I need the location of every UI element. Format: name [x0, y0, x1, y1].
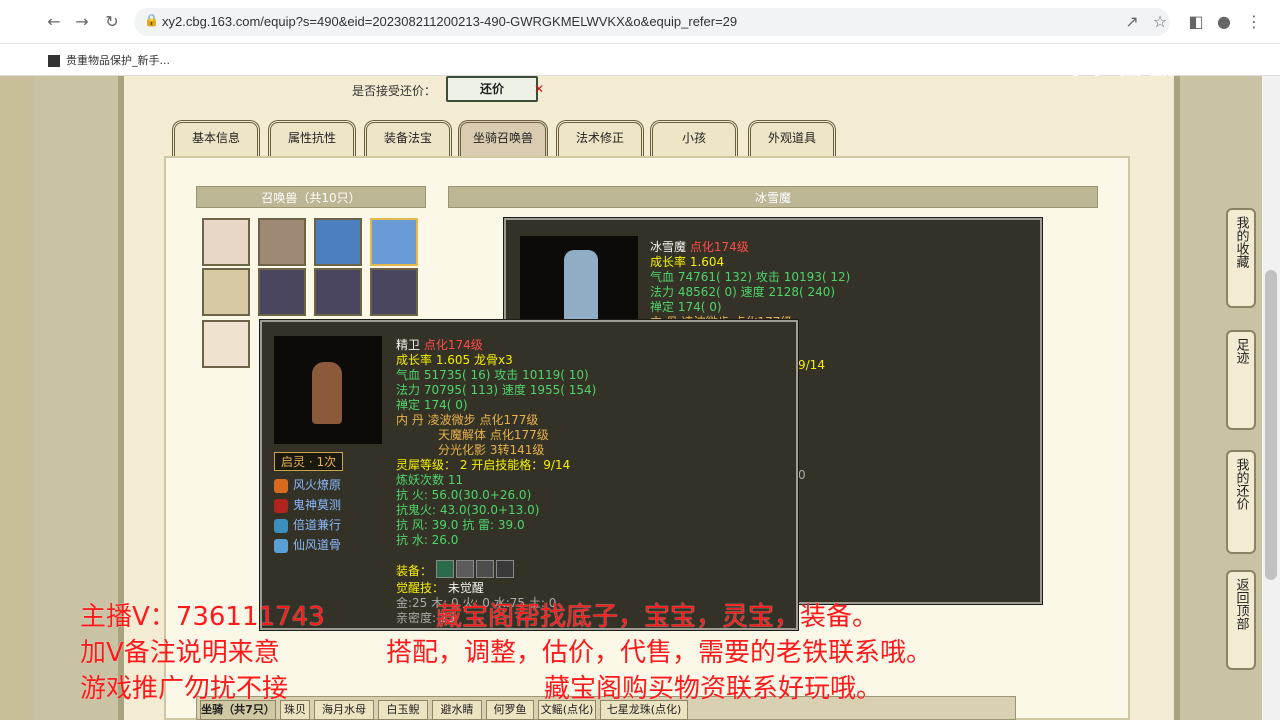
pet-thumb[interactable]	[258, 218, 306, 266]
menu-icon[interactable]: ⋮	[1244, 12, 1264, 32]
immortal-skill-icon	[274, 538, 288, 553]
forward-icon[interactable]: →	[72, 12, 92, 32]
bookmark-label: 贵重物品保护_新手...	[66, 54, 170, 67]
tab-resistance[interactable]: 属性抗性	[268, 120, 356, 156]
pet-list-header: 召唤兽（共10只）	[196, 186, 426, 208]
accept-haggle-label: 是否接受还价：	[352, 84, 437, 98]
side-button-label: 返回顶部	[1233, 578, 1249, 630]
bookmark-item[interactable]: 贵重物品保护_新手...	[48, 52, 170, 68]
lingsi-label: 灵犀等级：	[396, 458, 457, 472]
reject-icon: ✕	[534, 82, 545, 96]
tab-mounts-pets[interactable]: 坐骑召唤兽	[458, 120, 548, 156]
my-favorites-button[interactable]: 我的收藏	[1226, 208, 1256, 308]
skill-name: 风火燎原	[293, 478, 342, 492]
pet-tooltip-jingwei: 启灵 · 1次 风火燎原 鬼神莫测 倍道兼行 仙风道骨 精卫 点化174级 成长…	[260, 320, 798, 630]
skill-name: 仙风道骨	[293, 538, 342, 552]
pet-name: 精卫	[396, 338, 421, 352]
profile-icon[interactable]: ●	[1214, 12, 1234, 32]
pet-spd: 速度 1955( 154)	[501, 383, 597, 397]
overlay-disclaimer: 游戏推广勿扰不接	[80, 674, 289, 704]
overlay-contact: 主播V：736111743	[80, 602, 325, 632]
tab-basic-info[interactable]: 基本信息	[172, 120, 260, 156]
tab-children[interactable]: 小孩	[650, 120, 738, 156]
sidepanel-icon[interactable]: ◧	[1186, 12, 1206, 32]
fire-skill-icon	[274, 478, 288, 493]
overlay-purchase: 藏宝阁购买物资联系好玩哦。	[544, 674, 883, 704]
pet-portrait	[274, 336, 382, 444]
mount-tab[interactable]: 白玉鲵	[378, 700, 428, 720]
reload-icon[interactable]: ↻	[102, 12, 122, 32]
resist-wind: 抗 风: 39.0	[396, 518, 459, 532]
mount-tab[interactable]: 避水睛	[432, 700, 482, 720]
pet-thumb[interactable]	[314, 268, 362, 316]
ghost-skill-icon	[274, 498, 288, 513]
back-icon[interactable]: ←	[44, 12, 64, 32]
mount-tab[interactable]: 何罗鱼	[486, 700, 534, 720]
side-button-label: 我的还价	[1233, 458, 1249, 510]
overlay-service: 藏宝阁帮找底子，宝宝，灵宝，装备。	[436, 602, 879, 632]
footprints-button[interactable]: 足迹	[1226, 330, 1256, 430]
neidan-item: 凌波微步 点化177级	[427, 413, 539, 427]
mount-tab[interactable]: 海月水母	[314, 700, 374, 720]
haggle-button[interactable]: 还价	[446, 76, 538, 102]
pet-thumb[interactable]	[314, 218, 362, 266]
resist-thunder: 抗 雷: 39.0	[462, 518, 525, 532]
back-to-top-button[interactable]: 返回顶部	[1226, 570, 1256, 670]
awaken-label: 觉醒技：	[396, 581, 445, 595]
tab-spell-mod[interactable]: 法术修正	[556, 120, 644, 156]
share-icon[interactable]: ↗	[1122, 12, 1142, 32]
pet-mp: 法力 70795( 113)	[396, 383, 499, 397]
equip-slot-icon[interactable]	[496, 560, 514, 578]
overlay-note: 加V备注说明来意	[80, 638, 280, 668]
pet-thumb[interactable]	[370, 218, 418, 266]
equip-slot-icon[interactable]	[476, 560, 494, 578]
pet-skillslot-partial: 9/14	[798, 358, 825, 372]
skill-name: 倍道兼行	[293, 518, 342, 532]
address-bar[interactable]: 🔒 xy2.cbg.163.com/equip?s=490&eid=202308…	[134, 8, 1170, 36]
pet-level-tag: 点化174级	[423, 338, 483, 352]
pet-detail-header: 冰雪魔	[448, 186, 1098, 208]
bookmark-favicon-icon	[48, 55, 60, 67]
equip-label: 装备：	[396, 564, 433, 578]
pet-thumb[interactable]	[370, 268, 418, 316]
skill-name: 鬼神莫测	[293, 498, 342, 512]
pet-stat-partial: 0	[798, 468, 806, 482]
awaken-value: 未觉醒	[447, 581, 484, 595]
side-button-label: 我的收藏	[1233, 216, 1249, 268]
tab-equipment[interactable]: 装备法宝	[364, 120, 452, 156]
speed-skill-icon	[274, 518, 288, 533]
scrollbar-thumb[interactable]	[1265, 270, 1277, 580]
qiling-badge: 启灵 · 1次	[274, 452, 344, 471]
url-text[interactable]: xy2.cbg.163.com/equip?s=490&eid=20230821…	[162, 14, 737, 29]
pet-hp: 气血 74761( 132)	[650, 270, 753, 284]
pet-thumb[interactable]	[202, 320, 250, 368]
pet-mp: 法力 48562( 0)	[650, 285, 737, 299]
pet-spd: 速度 2128( 240)	[740, 285, 836, 299]
pet-thumb[interactable]	[202, 218, 250, 266]
equip-slot-icon[interactable]	[456, 560, 474, 578]
neidan-label: 内 丹	[396, 413, 424, 427]
pet-level-tag: 点化174级	[689, 240, 749, 254]
pet-thumb[interactable]	[202, 268, 250, 316]
pet-atk: 攻击 10119( 10)	[494, 368, 589, 382]
pet-thumb[interactable]	[258, 268, 306, 316]
pet-name: 冰雪魔	[650, 240, 687, 254]
lock-icon: 🔒	[144, 13, 159, 27]
star-icon[interactable]: ☆	[1150, 12, 1170, 32]
equip-slot-icon[interactable]	[436, 560, 454, 578]
browser-toolbar: ← → ↻ 🔒 xy2.cbg.163.com/equip?s=490&eid=…	[0, 0, 1280, 44]
pet-atk: 攻击 10193( 12)	[755, 270, 851, 284]
pet-hp: 气血 51735( 16)	[396, 368, 491, 382]
my-bids-button[interactable]: 我的还价	[1226, 450, 1256, 554]
lingsi-value: 2 开启技能格：9/14	[459, 458, 571, 472]
tab-appearance[interactable]: 外观道具	[748, 120, 836, 156]
resist-water: 抗 水: 26.0	[396, 533, 459, 547]
side-button-label: 足迹	[1233, 338, 1249, 364]
overlay-services-2: 搭配，调整，估价，代售，需要的老铁联系哦。	[386, 638, 933, 668]
